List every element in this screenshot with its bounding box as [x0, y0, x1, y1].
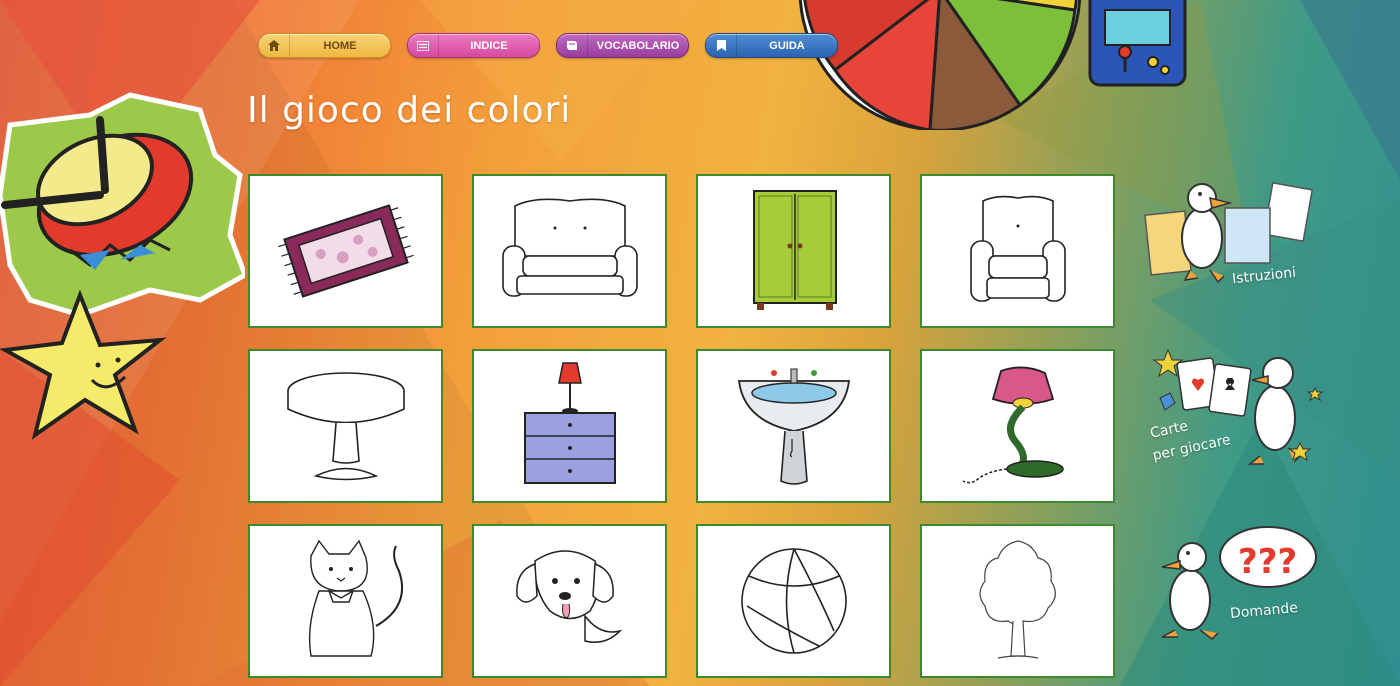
indice-label: INDICE [470, 39, 508, 52]
card-desk-lamp[interactable] [920, 349, 1115, 503]
armchair-drawing [969, 195, 1066, 302]
nightstand-drawing [523, 362, 616, 484]
card-sink[interactable] [696, 349, 891, 503]
table-drawing [286, 372, 405, 481]
drawing-grid [248, 174, 1115, 678]
arcade-machine-decoration [1088, 0, 1187, 87]
home-button[interactable]: HOME [258, 33, 391, 58]
card-ball[interactable] [696, 524, 891, 678]
card-dog[interactable] [472, 524, 667, 678]
guida-label: GUIDA [769, 39, 805, 52]
page-title: Il gioco dei colori [247, 90, 572, 131]
wardrobe-drawing [752, 190, 837, 310]
vocabolario-label: VOCABOLARIO [596, 39, 680, 52]
sofa-drawing [501, 198, 638, 297]
indice-button[interactable]: INDICE [407, 33, 540, 58]
book-icon [557, 34, 588, 57]
home-icon [259, 34, 290, 57]
guida-button[interactable]: GUIDA [705, 33, 838, 58]
card-cat[interactable] [248, 524, 443, 678]
dog-drawing [515, 550, 622, 643]
card-wardrobe[interactable] [696, 174, 891, 328]
desk-lamp-drawing [962, 366, 1064, 484]
domande-button[interactable]: ??? Domande [1150, 525, 1325, 645]
card-armchair[interactable] [920, 174, 1115, 328]
bookmark-icon [706, 34, 737, 57]
carte-per-giocare-button[interactable]: Carte per giocare [1140, 348, 1325, 473]
drum-star-decoration [0, 92, 245, 440]
question-marks-icon: ??? [1238, 542, 1297, 582]
vocabolario-button[interactable]: VOCABOLARIO [556, 33, 689, 58]
beach-ball-decoration [798, 0, 1082, 130]
cat-drawing [308, 539, 403, 657]
card-carpet[interactable] [248, 174, 443, 328]
duck-questions-icon: ??? [1161, 526, 1317, 640]
istruzioni-button[interactable]: Istruzioni [1140, 178, 1320, 298]
ball-drawing [740, 548, 847, 654]
card-sofa[interactable] [472, 174, 667, 328]
carpet-drawing [277, 204, 414, 298]
card-table[interactable] [248, 349, 443, 503]
tree-drawing [978, 540, 1056, 659]
sink-drawing [737, 368, 850, 485]
home-label: HOME [323, 39, 357, 52]
card-tree[interactable] [920, 524, 1115, 678]
index-icon [408, 34, 439, 57]
top-navigation: HOME INDICE VOCABOLARIO GUIDA [258, 33, 838, 58]
card-nightstand[interactable] [472, 349, 667, 503]
